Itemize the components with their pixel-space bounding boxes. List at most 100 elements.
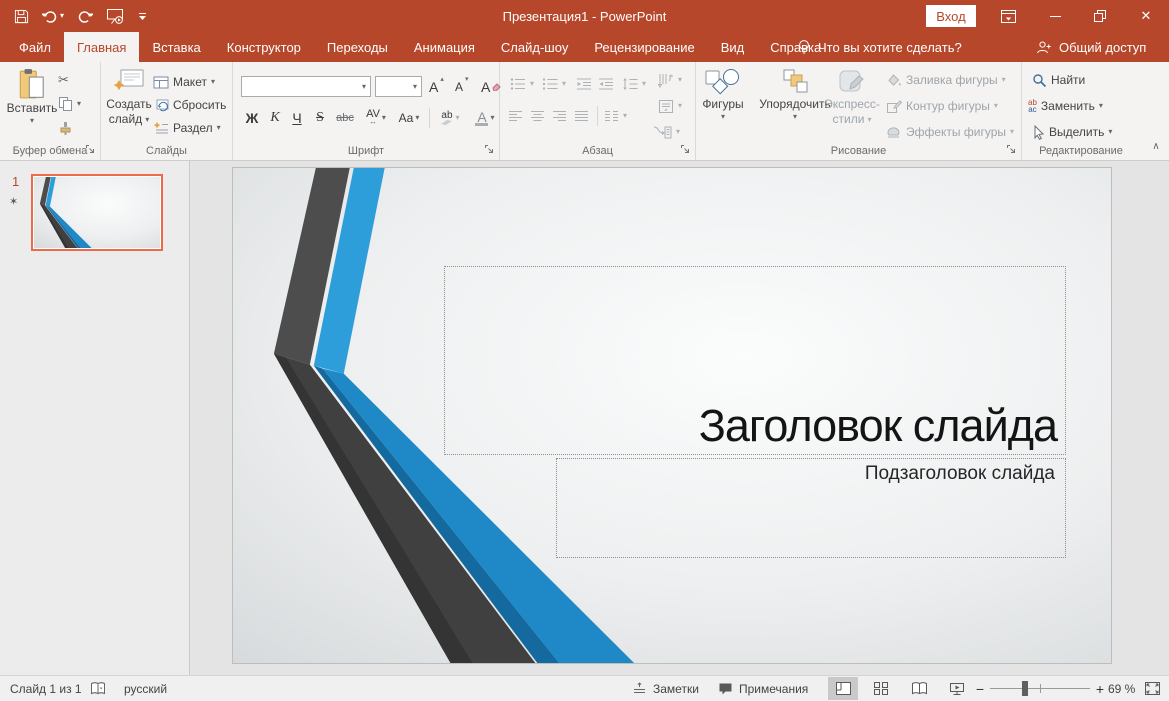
drawing-dialog-launcher[interactable] <box>1006 144 1017 155</box>
find-button[interactable]: Найти <box>1032 70 1085 90</box>
tab-design[interactable]: Конструктор <box>214 32 314 62</box>
restore-button[interactable] <box>1083 0 1117 32</box>
convert-smartart-button[interactable]: ▾ <box>652 122 680 142</box>
numbering-button[interactable]: ▾ <box>542 74 566 94</box>
tab-review[interactable]: Рецензирование <box>581 32 707 62</box>
increase-indent-button[interactable] <box>598 74 614 94</box>
fit-slide-to-window-button[interactable] <box>1144 676 1161 701</box>
copy-dropdown-icon[interactable]: ▾ <box>77 100 81 108</box>
select-button[interactable]: Выделить ▾ <box>1032 122 1112 142</box>
align-left-button[interactable] <box>508 106 523 126</box>
undo-dropdown-icon[interactable]: ▾ <box>60 12 64 20</box>
arrange-dropdown-icon: ▾ <box>793 113 797 121</box>
tab-view[interactable]: Вид <box>708 32 758 62</box>
shape-outline-button[interactable]: Контур фигуры ▾ <box>886 96 998 116</box>
text-direction-button[interactable]: ▾ <box>658 70 682 90</box>
format-painter-button[interactable] <box>58 118 73 138</box>
title-placeholder[interactable]: Заголовок слайда <box>444 266 1066 455</box>
italic-button[interactable]: К <box>266 108 284 128</box>
language-button[interactable]: русский <box>124 676 167 701</box>
normal-view-button[interactable] <box>828 677 858 700</box>
bullets-button[interactable]: ▾ <box>510 74 534 94</box>
close-button[interactable]: ✕ <box>1129 0 1163 32</box>
font-size-dropdown-icon[interactable]: ▾ <box>413 83 417 91</box>
sign-in-button[interactable]: Вход <box>926 5 976 27</box>
line-spacing-button[interactable]: ▾ <box>622 74 646 94</box>
slide-canvas[interactable]: Заголовок слайда Подзаголовок слайда <box>232 167 1112 664</box>
tab-file[interactable]: Файл <box>6 32 64 62</box>
strikethrough-button[interactable]: S <box>311 108 329 128</box>
clear-formatting-button[interactable]: А <box>481 76 501 97</box>
slide-title[interactable]: Заголовок слайда <box>699 400 1065 454</box>
slide-number: 1 <box>12 174 19 189</box>
comments-button[interactable]: Примечания <box>718 676 808 701</box>
shapes-button[interactable]: Фигуры ▾ <box>698 68 748 121</box>
zoom-level[interactable]: 69 % <box>1108 676 1135 701</box>
paragraph-dialog-launcher[interactable] <box>680 144 691 155</box>
font-size-combobox[interactable]: ▾ <box>375 76 422 97</box>
undo-button[interactable]: ▾ <box>42 8 64 24</box>
shape-fill-button[interactable]: Заливка фигуры ▾ <box>886 70 1006 90</box>
grow-font-button[interactable]: А▴ <box>429 76 444 97</box>
reading-view-button[interactable] <box>904 677 934 700</box>
clipboard-dialog-launcher[interactable] <box>85 144 96 155</box>
share-button[interactable]: Общий доступ <box>1036 32 1146 62</box>
collapse-ribbon-button[interactable]: ∧ <box>1146 138 1166 154</box>
new-slide-button[interactable]: Создать слайд ▾ <box>104 68 154 126</box>
tab-insert[interactable]: Вставка <box>139 32 213 62</box>
decrease-indent-button[interactable] <box>576 74 592 94</box>
slide-subtitle[interactable]: Подзаголовок слайда <box>865 459 1065 485</box>
tab-slideshow[interactable]: Слайд-шоу <box>488 32 581 62</box>
text-shadow-button[interactable]: abc <box>332 108 358 128</box>
cut-button[interactable]: ✂ <box>58 70 69 90</box>
quick-styles-button[interactable]: Экспресс- стили ▾ <box>818 68 886 126</box>
notes-button[interactable]: Заметки <box>632 676 699 701</box>
animation-star-icon[interactable]: ✶ <box>9 195 18 208</box>
bold-button[interactable]: Ж <box>243 108 261 128</box>
font-dialog-launcher[interactable] <box>484 144 495 155</box>
font-name-dropdown-icon[interactable]: ▾ <box>362 83 366 91</box>
tab-animations[interactable]: Анимация <box>401 32 488 62</box>
justify-button[interactable] <box>574 106 589 126</box>
highlight-color-button[interactable]: ab ▾ <box>435 108 465 128</box>
align-text-button[interactable]: ▾ <box>658 96 682 116</box>
zoom-out-button[interactable]: − <box>972 676 988 701</box>
slide-sorter-view-button[interactable] <box>866 677 896 700</box>
change-case-button[interactable]: Aa ▾ <box>395 108 423 128</box>
zoom-in-button[interactable]: + <box>1092 676 1108 701</box>
reset-button[interactable]: Сбросить <box>153 95 226 115</box>
tell-me-box[interactable]: Что вы хотите сделать? <box>797 32 962 62</box>
start-from-beginning-button[interactable] <box>106 8 125 25</box>
slideshow-view-button[interactable] <box>942 677 972 700</box>
subtitle-placeholder[interactable]: Подзаголовок слайда <box>556 458 1066 558</box>
columns-icon <box>604 110 619 123</box>
bullets-icon <box>510 77 526 91</box>
minimize-button[interactable] <box>1038 0 1072 32</box>
ribbon-display-options-button[interactable] <box>997 7 1019 25</box>
redo-button[interactable] <box>77 8 93 24</box>
shape-effects-button[interactable]: Эффекты фигуры ▾ <box>886 122 1014 142</box>
underline-button[interactable]: Ч <box>288 108 306 128</box>
paste-button[interactable]: Вставить ▾ <box>6 68 58 125</box>
replace-button[interactable]: ab ac Заменить ▾ <box>1028 96 1103 116</box>
character-spacing-button[interactable]: AV↔ ▾ <box>361 108 391 128</box>
tab-transitions[interactable]: Переходы <box>314 32 401 62</box>
align-center-button[interactable] <box>530 106 545 126</box>
shrink-font-button[interactable]: А▾ <box>455 76 469 97</box>
tab-home[interactable]: Главная <box>64 32 139 62</box>
copy-button[interactable]: ▾ <box>58 94 81 114</box>
font-color-button[interactable]: А ▾ <box>471 108 499 128</box>
slide-counter[interactable]: Слайд 1 из 1 <box>10 676 82 701</box>
align-right-button[interactable] <box>552 106 567 126</box>
zoom-slider-thumb[interactable] <box>1022 681 1028 696</box>
section-button[interactable]: Раздел ▾ <box>153 118 221 138</box>
status-bar: Слайд 1 из 1 русский Заметки Примечания … <box>0 675 1169 701</box>
slide-thumbnail[interactable] <box>31 174 163 251</box>
paste-dropdown-icon[interactable]: ▾ <box>30 117 34 125</box>
customize-qat-button[interactable] <box>138 12 147 21</box>
font-name-combobox[interactable]: ▾ <box>241 76 371 97</box>
columns-button[interactable]: ▾ <box>604 106 627 126</box>
spell-check-button[interactable] <box>90 676 107 701</box>
save-button[interactable] <box>14 9 29 24</box>
layout-button[interactable]: Макет ▾ <box>153 72 215 92</box>
